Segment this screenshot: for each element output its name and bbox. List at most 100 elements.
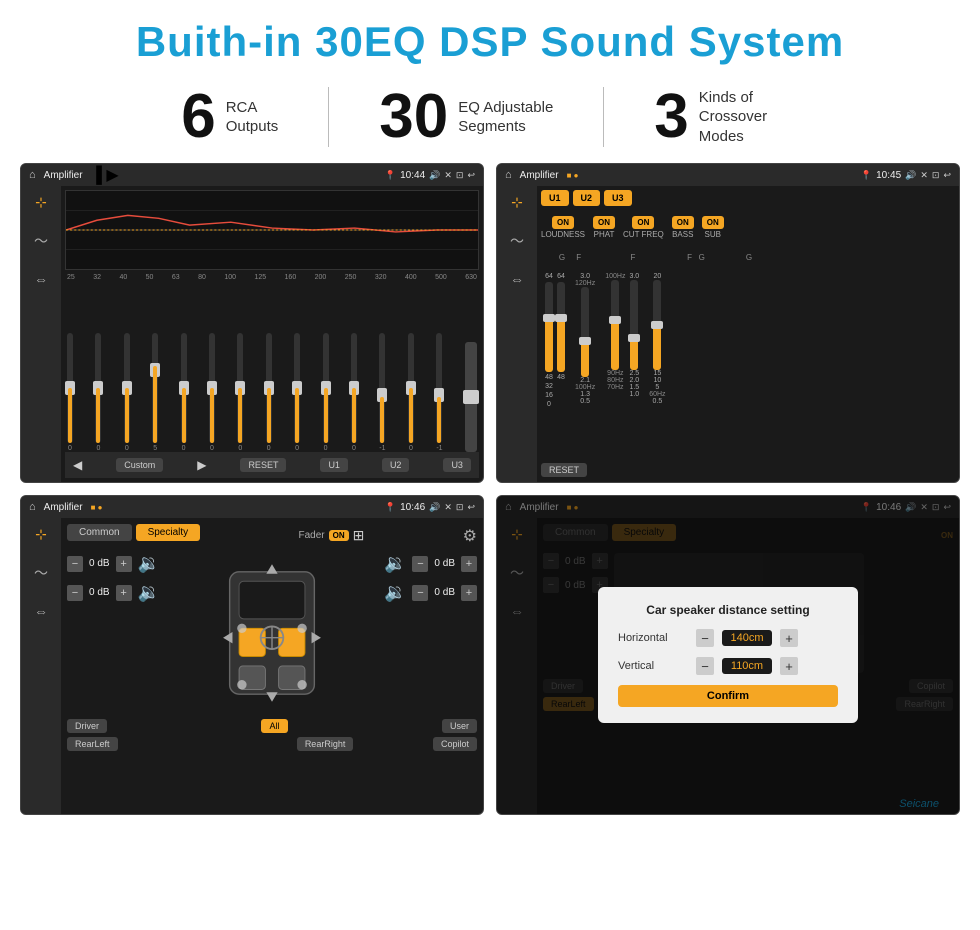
spk-icon-3: 🔉 bbox=[384, 553, 406, 574]
eq-slider-15[interactable] bbox=[465, 342, 477, 452]
eq-screen: ⌂ Amplifier ▐ ▶ 📍 10:44 🔊 ✕ ⊡ ↩ ⊹ 〜 ⇔ bbox=[20, 163, 484, 483]
spk-plus-1[interactable]: + bbox=[116, 556, 132, 572]
dialog-horizontal-minus[interactable]: − bbox=[696, 629, 714, 647]
dialog-horizontal-label: Horizontal bbox=[618, 632, 688, 644]
eq-next-icon[interactable]: ▶ bbox=[197, 458, 206, 472]
amp-loudness-on[interactable]: ON bbox=[552, 216, 574, 229]
eq-slider-3[interactable]: 0 bbox=[124, 333, 130, 452]
amp-bass-vslider-2[interactable]: 3.0 2.5 2.0 1.5 1.0 bbox=[629, 273, 639, 449]
eq-home-icon[interactable]: ⌂ bbox=[29, 169, 36, 181]
amp-u2-btn[interactable]: U2 bbox=[573, 190, 601, 206]
speaker-sidebar-icon-1[interactable]: ⊹ bbox=[35, 526, 47, 543]
amp-x-icon[interactable]: ✕ bbox=[920, 170, 928, 181]
amp-back-icon[interactable]: ↩ bbox=[943, 170, 951, 181]
amp-loudness-toggle: ON LOUDNESS bbox=[541, 216, 585, 239]
speaker-home-icon[interactable]: ⌂ bbox=[29, 501, 36, 513]
amp-window-icon[interactable]: ⊡ bbox=[932, 170, 940, 181]
dialog-horizontal-plus[interactable]: + bbox=[780, 629, 798, 647]
dialog-confirm-button[interactable]: Confirm bbox=[618, 685, 838, 707]
eq-window-icon[interactable]: ⊡ bbox=[456, 170, 464, 181]
amp-vslider-1[interactable]: 64 48 32 16 0 bbox=[545, 273, 553, 449]
spk-zone-user[interactable]: User bbox=[442, 719, 477, 733]
speaker-window-icon[interactable]: ⊡ bbox=[456, 502, 464, 513]
eq-topbar: ⌂ Amplifier ▐ ▶ 📍 10:44 🔊 ✕ ⊡ ↩ bbox=[21, 164, 483, 186]
spk-icon-2: 🔉 bbox=[138, 582, 160, 603]
eq-content: ⊹ 〜 ⇔ bbox=[21, 186, 483, 482]
eq-slider-5[interactable]: 0 bbox=[181, 333, 187, 452]
eq-back-icon[interactable]: ↩ bbox=[467, 170, 475, 181]
amp-bass-on[interactable]: ON bbox=[672, 216, 694, 229]
eq-u2-btn[interactable]: U2 bbox=[382, 458, 410, 472]
dialog-vertical-row: Vertical − 110cm + bbox=[618, 657, 838, 675]
speaker-tab-specialty[interactable]: Specialty bbox=[136, 524, 201, 541]
eq-slider-14[interactable]: -1 bbox=[436, 333, 442, 452]
spk-zone-all[interactable]: All bbox=[261, 719, 287, 733]
eq-slider-9[interactable]: 0 bbox=[294, 333, 300, 452]
eq-u3-btn[interactable]: U3 bbox=[443, 458, 471, 472]
spk-zone-driver[interactable]: Driver bbox=[67, 719, 107, 733]
speaker-back-icon[interactable]: ↩ bbox=[467, 502, 475, 513]
amp-u3-btn[interactable]: U3 bbox=[604, 190, 632, 206]
eq-prev-icon[interactable]: ◀ bbox=[73, 458, 82, 472]
speaker-sidebar-icon-3[interactable]: ⇔ bbox=[34, 603, 48, 619]
spk-plus-3[interactable]: + bbox=[461, 556, 477, 572]
eq-slider-7[interactable]: 0 bbox=[237, 333, 243, 452]
amp-sidebar-wave-icon[interactable]: 〜 bbox=[510, 231, 524, 251]
dialog-vertical-plus[interactable]: + bbox=[780, 657, 798, 675]
fader-sliders-icon[interactable]: ⊞ bbox=[353, 527, 365, 544]
eq-x-icon[interactable]: ✕ bbox=[444, 170, 452, 181]
eq-sidebar-sliders-icon[interactable]: ⊹ bbox=[35, 194, 47, 211]
amp-reset-btn[interactable]: RESET bbox=[541, 463, 587, 477]
page-header: Buith-in 30EQ DSP Sound System bbox=[0, 0, 980, 76]
amp-vslider-2[interactable]: 64 48 bbox=[557, 273, 565, 449]
eq-slider-13[interactable]: 0 bbox=[408, 333, 414, 452]
eq-slider-1[interactable]: 0 bbox=[67, 333, 73, 452]
speaker-settings-icon[interactable]: ⚙ bbox=[463, 526, 477, 546]
speaker-tab-common[interactable]: Common bbox=[67, 524, 132, 541]
speaker-sidebar-icon-2[interactable]: 〜 bbox=[34, 563, 48, 583]
speaker-tabs: Common Specialty bbox=[67, 524, 200, 541]
amp-sub-on[interactable]: ON bbox=[702, 216, 724, 229]
amp-g-label-3: F G bbox=[687, 253, 705, 262]
eq-slider-10[interactable]: 0 bbox=[323, 333, 329, 452]
spk-minus-4[interactable]: − bbox=[412, 585, 428, 601]
spk-minus-3[interactable]: − bbox=[412, 556, 428, 572]
stat-rca: 6 RCAOutputs bbox=[131, 86, 328, 148]
amp-sidebar-arrows-icon[interactable]: ⇔ bbox=[510, 271, 524, 287]
amp-u1-btn[interactable]: U1 bbox=[541, 190, 569, 206]
amp-phat-on[interactable]: ON bbox=[593, 216, 615, 229]
spk-minus-2[interactable]: − bbox=[67, 585, 83, 601]
eq-sidebar-wave-icon[interactable]: 〜 bbox=[34, 231, 48, 251]
amp-channel-labels: G F F F G G bbox=[541, 247, 955, 265]
eq-slider-8[interactable]: 0 bbox=[266, 333, 272, 452]
eq-slider-4[interactable]: 5 bbox=[152, 333, 158, 452]
dialog-vertical-label: Vertical bbox=[618, 660, 688, 672]
spk-plus-2[interactable]: + bbox=[116, 585, 132, 601]
amp-sub-vslider[interactable]: 20 15 10 5 60Hz 0.5 bbox=[649, 273, 665, 449]
spk-zone-copilot[interactable]: Copilot bbox=[433, 737, 477, 751]
eq-slider-6[interactable]: 0 bbox=[209, 333, 215, 452]
eq-custom-btn[interactable]: Custom bbox=[116, 458, 163, 472]
dialog-vertical-minus[interactable]: − bbox=[696, 657, 714, 675]
amp-cutfreq-vslider[interactable] bbox=[581, 287, 589, 377]
stat-crossover: 3 Kinds ofCrossover Modes bbox=[604, 86, 848, 148]
amp-home-icon[interactable]: ⌂ bbox=[505, 169, 512, 181]
spk-zone-rearleft[interactable]: RearLeft bbox=[67, 737, 118, 751]
fader-toggle-on[interactable]: ON bbox=[329, 530, 349, 541]
spk-zone-rearright[interactable]: RearRight bbox=[297, 737, 354, 751]
amp-bass-sliders: 100Hz 90Hz 80Hz 70Hz 3.0 bbox=[605, 273, 639, 449]
amp-cutfreq-on[interactable]: ON bbox=[632, 216, 654, 229]
page-title: Buith-in 30EQ DSP Sound System bbox=[0, 18, 980, 66]
eq-slider-12[interactable]: -1 bbox=[379, 333, 385, 452]
spk-plus-4[interactable]: + bbox=[461, 585, 477, 601]
amp-bass-vslider-1[interactable]: 100Hz 90Hz 80Hz 70Hz bbox=[605, 273, 625, 449]
spk-minus-1[interactable]: − bbox=[67, 556, 83, 572]
eq-slider-11[interactable]: 0 bbox=[351, 333, 357, 452]
amp-sidebar-sliders-icon[interactable]: ⊹ bbox=[511, 194, 523, 211]
eq-u1-btn[interactable]: U1 bbox=[320, 458, 348, 472]
eq-slider-2[interactable]: 0 bbox=[95, 333, 101, 452]
speaker-x-icon[interactable]: ✕ bbox=[444, 502, 452, 513]
eq-reset-btn[interactable]: RESET bbox=[240, 458, 286, 472]
eq-sidebar-arrows-icon[interactable]: ⇔ bbox=[34, 271, 48, 287]
amp-sidebar: ⊹ 〜 ⇔ bbox=[497, 186, 537, 482]
